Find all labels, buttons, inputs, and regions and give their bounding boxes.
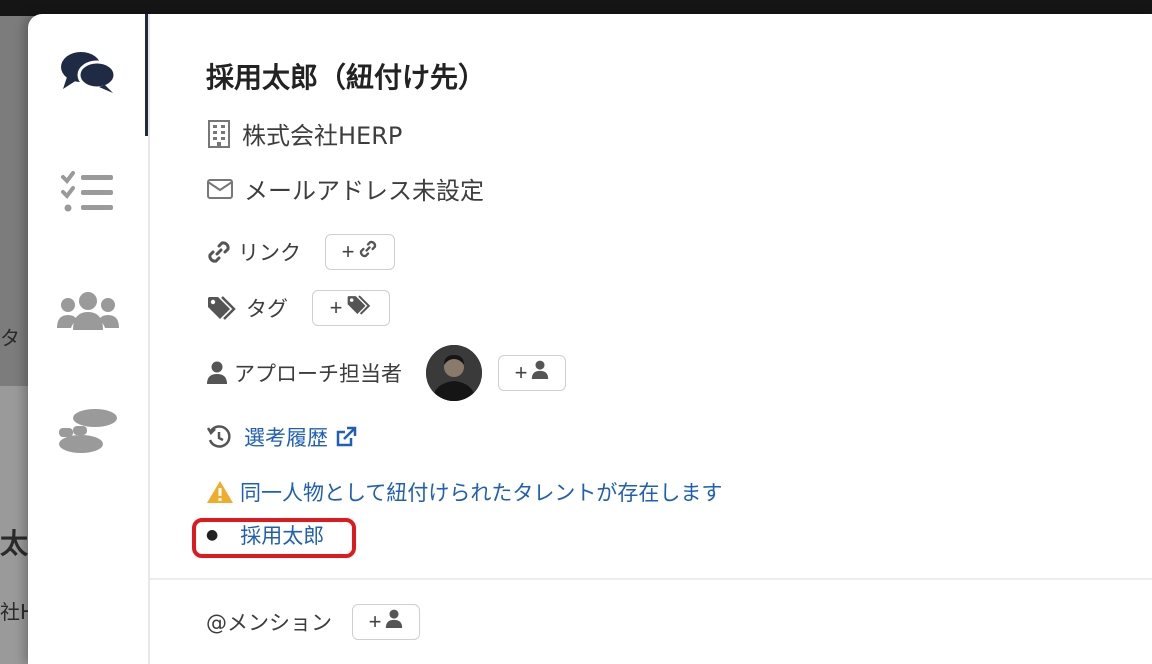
talent-detail-content: 採用太郎（紐付け先） 株式会社HERP メールアドレス未設定 リンク + タグ … [150,14,1152,664]
section-divider [150,578,1152,580]
add-link-button[interactable]: + [325,234,395,270]
footprints-icon [57,406,119,462]
candidate-name: 採用太郎（紐付け先） [206,61,487,94]
building-icon [206,119,232,149]
link-icon [358,239,378,265]
plus-icon: + [514,360,528,385]
envelope-icon [206,178,234,200]
talent-detail-drawer: 採用太郎（紐付け先） 株式会社HERP メールアドレス未設定 リンク + タグ … [28,14,1152,664]
tags-icon [346,294,372,322]
background-text: タ [0,326,20,350]
owner-row: アプローチ担当者 + [206,345,566,401]
company-row: 株式会社HERP [206,116,402,151]
add-mention-button[interactable]: + [352,604,420,640]
mention-row: @メンション + [206,604,420,640]
rail-active-indicator [145,14,148,136]
side-rail [28,14,150,664]
plus-icon: + [341,239,355,264]
plus-icon: + [368,609,382,634]
comments-icon [59,49,117,99]
tags-icon [206,295,238,321]
tag-label: タグ [246,297,288,321]
duplicate-warning-text: 同一人物として紐付けられたタレントが存在します [240,481,723,505]
link-row: リンク + [206,234,395,270]
email-row: メールアドレス未設定 [206,171,484,206]
add-tag-button[interactable]: + [312,290,390,326]
history-icon [206,424,232,450]
tag-row: タグ + [206,290,390,326]
duplicate-warning-row: 同一人物として紐付けられたタレントが存在します [206,477,722,507]
company-name: 株式会社HERP [242,122,403,150]
link-label: リンク [238,241,301,265]
rail-tab-comments[interactable] [50,36,126,112]
highlight-annotation [192,518,356,558]
mention-label: @メンション [206,611,332,635]
user-icon [385,609,403,635]
selection-history-link[interactable]: 選考履歴 [244,422,357,452]
history-row: 選考履歴 [206,422,357,452]
email-value: メールアドレス未設定 [244,177,484,205]
avatar[interactable] [426,345,482,401]
rail-tab-members[interactable] [50,276,126,352]
rail-tab-tasks[interactable] [50,156,126,232]
owner-label: アプローチ担当者 [234,362,402,386]
add-owner-button[interactable]: + [498,355,566,391]
user-icon [531,360,549,386]
rail-tab-activity[interactable] [50,396,126,472]
checklist-icon [61,170,115,218]
user-icon [206,361,228,385]
external-link-icon [335,426,357,450]
link-icon [206,239,232,265]
plus-icon: + [329,295,343,320]
selection-history-label: 選考履歴 [244,426,328,450]
users-icon [57,290,119,338]
warning-icon [206,479,234,505]
